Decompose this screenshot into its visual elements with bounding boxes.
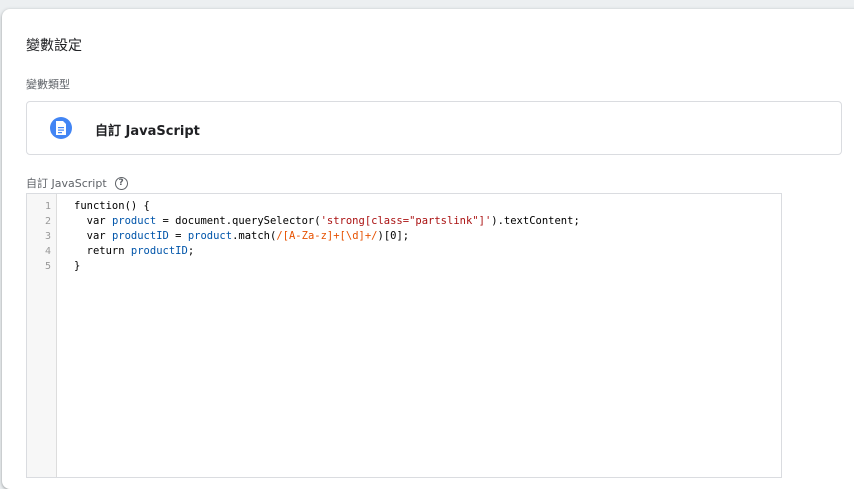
code-line: function() { xyxy=(74,200,150,212)
variable-type-name: 自訂 JavaScript xyxy=(95,124,200,139)
code-editor[interactable]: 1 2 3 4 5 function() { var product = doc… xyxy=(26,193,782,478)
line-number: 5 xyxy=(44,261,51,272)
variable-type-selector[interactable]: 自訂 JavaScript xyxy=(26,101,842,155)
variable-type-label: 變數類型 xyxy=(26,78,70,91)
section-title: 變數設定 xyxy=(26,38,82,54)
help-icon[interactable]: ? xyxy=(114,176,128,190)
editor-label: 自訂 JavaScript ? xyxy=(26,175,128,191)
editor-label-text: 自訂 JavaScript xyxy=(26,177,107,190)
line-number-gutter: 1 2 3 4 5 xyxy=(27,194,57,477)
code-line: var product = document.querySelector('st… xyxy=(74,215,580,227)
line-number: 3 xyxy=(44,231,51,242)
code-line: } xyxy=(74,260,81,272)
code-line: return productID; xyxy=(74,245,195,257)
code-line: var productID = product.match(/[A-Za-z]+… xyxy=(74,230,410,242)
line-number: 1 xyxy=(44,201,51,212)
line-number: 4 xyxy=(44,246,51,257)
variable-config-card: 變數設定 變數類型 自訂 JavaScript 自訂 JavaScript ? … xyxy=(2,9,854,489)
document-icon xyxy=(50,117,72,139)
line-number: 2 xyxy=(44,216,51,227)
code-content[interactable]: function() { var product = document.quer… xyxy=(74,199,580,274)
